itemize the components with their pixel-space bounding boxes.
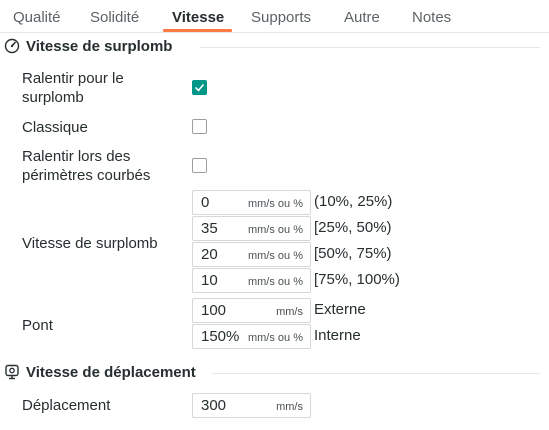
overhang-range-2: [25%, 50%) — [314, 219, 392, 236]
travel-icon — [4, 364, 20, 380]
tab-supports[interactable]: Supports — [251, 9, 311, 26]
bridge-label: Pont — [22, 317, 53, 334]
tab-other[interactable]: Autre — [344, 9, 380, 26]
input-value: 35 — [201, 220, 218, 237]
overhang-speed-input-3[interactable]: 20 mm/s ou % — [192, 242, 311, 267]
overhang-speed-input-4[interactable]: 10 mm/s ou % — [192, 268, 311, 293]
input-value: 300 — [201, 397, 227, 414]
travel-label: Déplacement — [22, 397, 111, 414]
tab-notes[interactable]: Notes — [412, 9, 451, 26]
overhang-range-4: [75%, 100%) — [314, 271, 400, 288]
checkmark-icon — [194, 83, 205, 92]
input-value: 100 — [201, 302, 227, 319]
input-unit: mm/s ou % — [247, 276, 303, 288]
classic-checkbox[interactable] — [192, 119, 207, 134]
input-value: 10 — [201, 272, 218, 289]
section-title-overhang-speed: Vitesse de surplomb — [26, 38, 173, 55]
bridge-external-input[interactable]: 100 mm/s — [192, 298, 311, 323]
classic-label: Classique — [22, 119, 88, 136]
input-unit: mm/s — [276, 401, 303, 413]
bridge-internal-input[interactable]: 150% mm/s ou % — [192, 324, 311, 349]
input-unit: mm/s ou % — [247, 250, 303, 262]
overhang-speed-input-2[interactable]: 35 mm/s ou % — [192, 216, 311, 241]
tab-strength[interactable]: Solidité — [90, 9, 139, 26]
active-tab-indicator — [163, 29, 232, 32]
tab-quality[interactable]: Qualité — [13, 9, 61, 26]
overhang-speed-input-1[interactable]: 0 mm/s ou % — [192, 190, 311, 215]
section-divider — [200, 47, 540, 48]
slow-down-overhang-label: Ralentir pour le surplomb — [22, 70, 124, 106]
input-value: 150% — [201, 328, 240, 345]
slow-down-overhang-checkbox[interactable] — [192, 80, 207, 95]
travel-speed-input[interactable]: 300 mm/s — [192, 393, 311, 418]
overhang-speed-label: Vitesse de surplomb — [22, 235, 158, 252]
bridge-external-label: Externe — [314, 301, 366, 318]
input-value: 20 — [201, 246, 218, 263]
slow-down-curled-checkbox[interactable] — [192, 158, 207, 173]
input-value: 0 — [201, 194, 210, 211]
slow-down-curled-label: Ralentir lors des périmètres courbés — [22, 148, 151, 184]
input-unit: mm/s ou % — [247, 198, 303, 210]
input-unit: mm/s — [276, 306, 303, 318]
bridge-internal-label: Interne — [314, 327, 361, 344]
overhang-range-3: [50%, 75%) — [314, 245, 392, 262]
section-title-travel-speed: Vitesse de déplacement — [26, 364, 196, 381]
tab-bar: Qualité Solidité Vitesse Supports Autre … — [0, 0, 549, 33]
tab-speed[interactable]: Vitesse — [172, 9, 224, 26]
input-unit: mm/s ou % — [247, 332, 303, 344]
input-unit: mm/s ou % — [247, 224, 303, 236]
speedometer-icon — [4, 38, 20, 54]
section-divider — [212, 373, 540, 374]
overhang-range-1: (10%, 25%) — [314, 193, 393, 210]
